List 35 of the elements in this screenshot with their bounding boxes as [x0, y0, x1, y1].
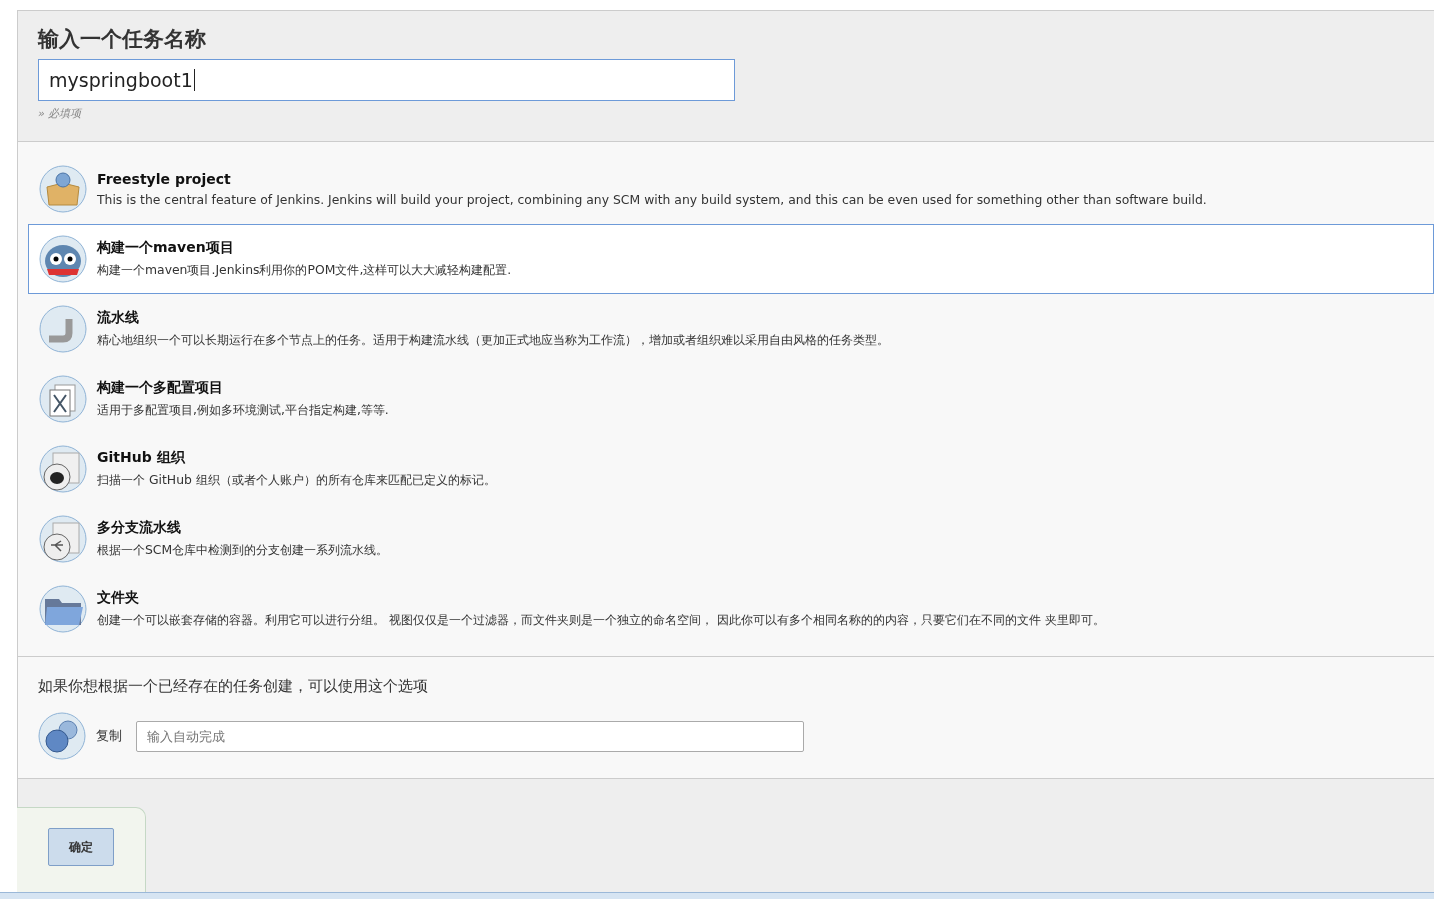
- box-icon: [39, 165, 87, 213]
- item-type-description: 根据一个SCM仓库中检测到的分支创建一系列流水线。: [97, 542, 389, 559]
- item-type-title: 构建一个maven项目: [97, 239, 235, 257]
- branch-folder-icon: [39, 515, 87, 563]
- ok-button[interactable]: 确定: [48, 828, 114, 866]
- item-type-description: 扫描一个 GitHub 组织（或者个人账户）的所有仓库来匹配已定义的标记。: [97, 472, 496, 489]
- name-input-field[interactable]: myspringboot1: [38, 59, 735, 101]
- item-type-option[interactable]: 多分支流水线 根据一个SCM仓库中检测到的分支创建一系列流水线。: [28, 504, 1434, 574]
- copy-hint-text: 如果你想根据一个已经存在的任务创建，可以使用这个选项: [38, 677, 429, 696]
- folder-icon: [39, 585, 87, 633]
- item-type-description: 适用于多配置项目,例如多环境测试,平台指定构建,等等.: [97, 402, 389, 419]
- item-type-option[interactable]: 文件夹 创建一个可以嵌套存储的容器。利用它可以进行分组。 视图仅仅是一个过滤器，而文件夹则是一个独立的命名空间， 因此你可以有多个相同名称的的内容，只要它们在不同的文件 夹里即可。: [28, 574, 1434, 644]
- copy-label: 复制: [96, 727, 122, 745]
- item-type-description: 精心地组织一个可以长期运行在多个节点上的任务。适用于构建流水线（更加正式地应当称为工作流），增加或者组织难以采用自由风格的任务类型。: [97, 332, 889, 349]
- section-heading: 输入一个任务名称: [38, 26, 207, 53]
- item-type-title: Freestyle project: [97, 171, 232, 187]
- item-type-title: 构建一个多配置项目: [97, 379, 224, 397]
- item-type-description: 创建一个可以嵌套存储的容器。利用它可以进行分组。 视图仅仅是一个过滤器，而文件夹则是一个独立的命名空间， 因此你可以有多个相同名称的的内容，只要它们在不同的文件 夹里即可。: [97, 612, 1105, 629]
- item-type-title: 流水线: [97, 309, 140, 327]
- item-type-option[interactable]: Freestyle project This is the central feature of Jenkins. Jenkins will build your project, combining any SCM with any build system, and this can be even used for something other than software build.: [28, 154, 1434, 224]
- item-type-option[interactable]: 构建一个多配置项目 适用于多配置项目,例如多环境测试,平台指定构建,等等.: [28, 364, 1434, 434]
- documents-icon: [39, 375, 87, 423]
- copy-from-input-field[interactable]: 输入自动完成: [136, 720, 804, 752]
- item-type-option[interactable]: 构建一个maven项目 构建一个maven项目.Jenkins利用你的POM文件,这样可以大大减轻构建配置.: [28, 224, 1434, 294]
- item-type-option[interactable]: GitHub 组织 扫描一个 GitHub 组织（或者个人账户）的所有仓库来匹配已定义的标记。: [28, 434, 1434, 504]
- item-type-description: 构建一个maven项目.Jenkins利用你的POM文件,这样可以大大减轻构建配置.: [97, 262, 512, 279]
- item-type-title: 文件夹: [97, 589, 140, 607]
- item-type-option[interactable]: 流水线 精心地组织一个可以长期运行在多个节点上的任务。适用于构建流水线（更加正式地应当称为工作流），增加或者组织难以采用自由风格的任务类型。: [28, 294, 1434, 364]
- owl-icon: [39, 235, 87, 283]
- item-type-title: 多分支流水线: [97, 519, 182, 537]
- spheres-icon: [38, 712, 86, 760]
- item-type-title: GitHub 组织: [97, 449, 186, 467]
- pipe-icon: [39, 305, 87, 353]
- required-hint: » 必填项: [38, 106, 83, 121]
- item-type-description: This is the central feature of Jenkins. Jenkins will build your project, combining any SCM with any build system, and this can be even used for something other than software build.: [97, 192, 1207, 207]
